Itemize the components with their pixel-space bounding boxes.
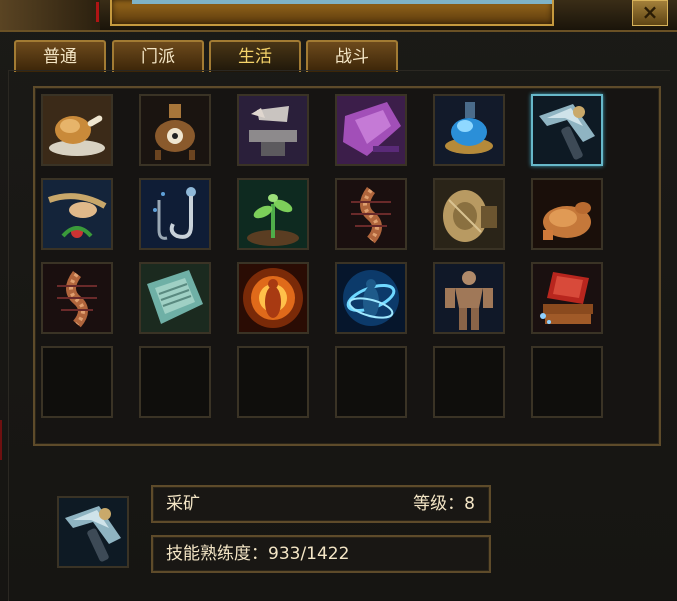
muscle-body-icon xyxy=(435,264,503,332)
skill-name: 采矿 xyxy=(166,494,200,514)
title-highlight-strip xyxy=(132,0,552,4)
skill-window: × 普通 门派 生活 战斗 采矿 等级：8 技能熟练度：933/1422 xyxy=(0,0,677,601)
roast-chicken-leg-icon xyxy=(43,96,111,164)
tab-life[interactable]: 生活 xyxy=(209,40,301,72)
tab-combat[interactable]: 战斗 xyxy=(306,40,398,72)
skill-slot[interactable] xyxy=(433,262,505,334)
centipede-icon xyxy=(337,180,405,248)
millstone-icon xyxy=(435,180,503,248)
red-ornament-mark xyxy=(96,2,99,22)
scroll-icon xyxy=(141,264,209,332)
tailoring-cloth-icon xyxy=(337,96,405,164)
skill-slot[interactable] xyxy=(41,94,113,166)
skill-slot[interactable] xyxy=(237,262,309,334)
stacked-books-icon xyxy=(533,264,601,332)
skill-name-level-box: 采矿 等级：8 xyxy=(151,485,491,523)
skill-slot[interactable] xyxy=(531,178,603,250)
corner-ornament xyxy=(0,0,100,30)
skill-slot[interactable] xyxy=(237,178,309,250)
fire-aura-icon xyxy=(239,264,307,332)
tab-normal[interactable]: 普通 xyxy=(14,40,106,72)
empty-skill-slot[interactable] xyxy=(41,346,113,418)
skill-slot[interactable] xyxy=(139,262,211,334)
skill-proficiency-box: 技能熟练度：933/1422 xyxy=(151,535,491,573)
skill-slot[interactable] xyxy=(41,262,113,334)
skill-slot[interactable] xyxy=(139,94,211,166)
skill-slot[interactable] xyxy=(531,262,603,334)
water-aura-icon xyxy=(337,264,405,332)
skill-level: 等级：8 xyxy=(413,494,475,514)
blue-liquid-herb-icon xyxy=(435,96,503,164)
selected-skill-icon-frame xyxy=(57,496,129,568)
centipede-icon xyxy=(43,264,111,332)
empty-skill-slot[interactable] xyxy=(433,346,505,418)
skill-slot[interactable] xyxy=(531,94,603,166)
roast-chicken-icon xyxy=(533,180,601,248)
herb-gathering-icon xyxy=(43,180,111,248)
skill-slot[interactable] xyxy=(335,94,407,166)
mining-pickaxe-icon xyxy=(533,96,601,164)
skill-slot[interactable] xyxy=(237,94,309,166)
fishing-hook-icon xyxy=(141,180,209,248)
skill-slot[interactable] xyxy=(139,178,211,250)
skill-slot[interactable] xyxy=(433,178,505,250)
tab-sect[interactable]: 门派 xyxy=(112,40,204,72)
empty-skill-slot[interactable] xyxy=(335,346,407,418)
left-red-mark xyxy=(0,420,2,460)
empty-skill-slot[interactable] xyxy=(139,346,211,418)
title-bar: × xyxy=(0,0,677,32)
close-button[interactable]: × xyxy=(632,0,668,26)
empty-skill-slot[interactable] xyxy=(531,346,603,418)
sprout-planting-icon xyxy=(239,180,307,248)
anvil-forging-icon xyxy=(239,96,307,164)
skill-slot[interactable] xyxy=(41,178,113,250)
skill-slot[interactable] xyxy=(335,262,407,334)
alchemy-furnace-icon xyxy=(141,96,209,164)
skill-slot[interactable] xyxy=(335,178,407,250)
skill-proficiency: 技能熟练度：933/1422 xyxy=(166,544,350,564)
empty-skill-slot[interactable] xyxy=(237,346,309,418)
skill-slot[interactable] xyxy=(433,94,505,166)
mining-pickaxe-icon xyxy=(59,498,127,566)
